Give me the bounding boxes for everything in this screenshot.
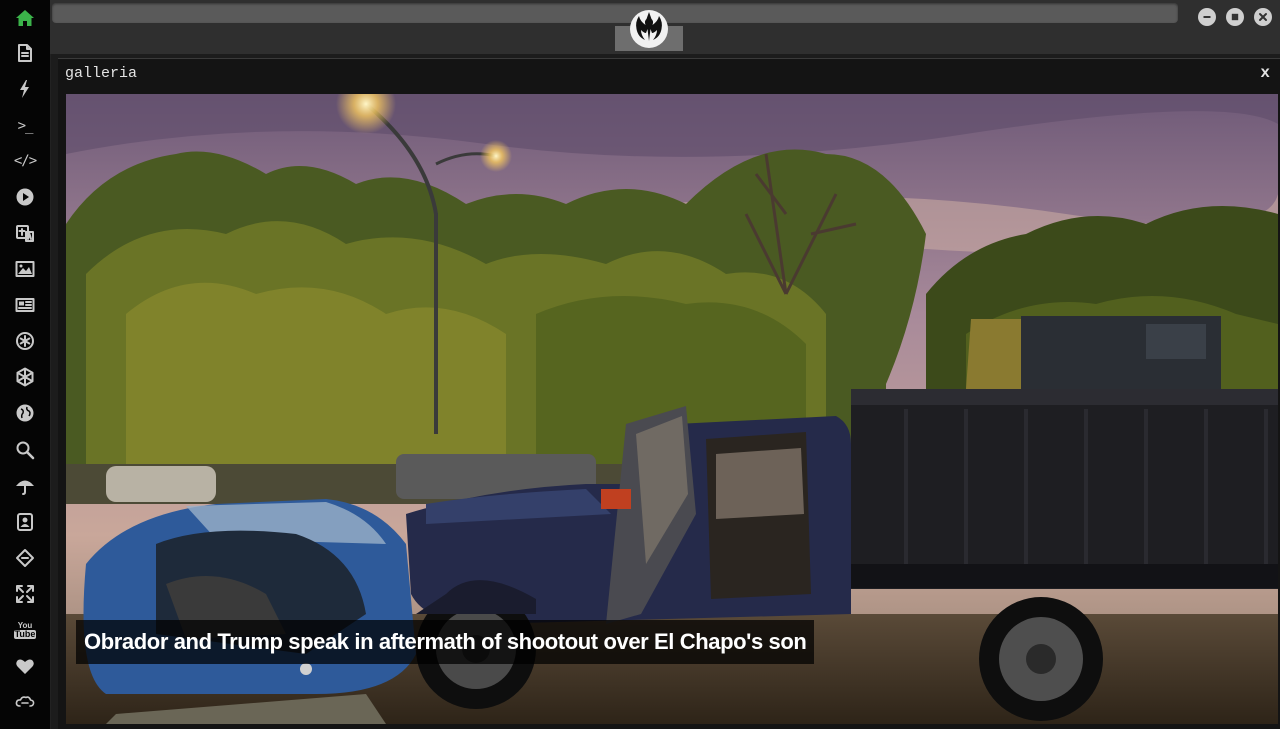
panel-close-button[interactable]: x [1260,64,1270,82]
close-icon[interactable] [1254,8,1272,26]
panel-header: galleria x [58,59,1280,93]
top-bar [50,0,1280,54]
youtube-badge-bottom: Tube [13,629,37,639]
translate-icon[interactable] [10,218,40,248]
panel-title: galleria [65,65,138,82]
terminal-icon[interactable]: >_ [10,111,40,141]
code-icon[interactable]: </> [10,146,40,176]
gallery-panel: galleria x Obrador and Trump speak in af… [58,58,1280,729]
expand-icon[interactable] [10,579,40,609]
image-icon[interactable] [10,254,40,284]
rebel-alliance-icon [630,10,668,48]
app-window: >_ </> You Tube galleria x Obrador and T… [0,0,1280,729]
youtube-badge: You Tube [13,621,37,639]
heart-icon[interactable] [10,651,40,681]
globe-icon[interactable] [10,398,40,428]
contact-card-icon[interactable] [10,507,40,537]
sidebar: >_ </> You Tube [0,0,51,729]
code-icon-label: </> [13,153,37,169]
asterisk-icon[interactable] [10,326,40,356]
cloud-link-icon[interactable] [10,687,40,717]
hexagon-icon[interactable] [10,362,40,392]
diamond-link-icon[interactable] [10,543,40,573]
lightning-icon[interactable] [10,74,40,104]
terminal-icon-label: >_ [17,118,34,134]
youtube-icon[interactable]: You Tube [10,615,40,645]
home-icon[interactable] [10,3,40,33]
play-icon[interactable] [10,182,40,212]
gallery-image[interactable]: Obrador and Trump speak in aftermath of … [66,94,1278,724]
document-icon[interactable] [10,38,40,68]
search-icon[interactable] [10,435,40,465]
window-controls [1198,8,1272,26]
caption-text: Obrador and Trump speak in aftermath of … [84,629,807,654]
address-bar[interactable] [52,3,1178,23]
newspaper-icon[interactable] [10,290,40,320]
maximize-icon[interactable] [1226,8,1244,26]
minimize-icon[interactable] [1198,8,1216,26]
umbrella-icon[interactable] [10,471,40,501]
caption-box[interactable]: Obrador and Trump speak in aftermath of … [76,620,815,664]
